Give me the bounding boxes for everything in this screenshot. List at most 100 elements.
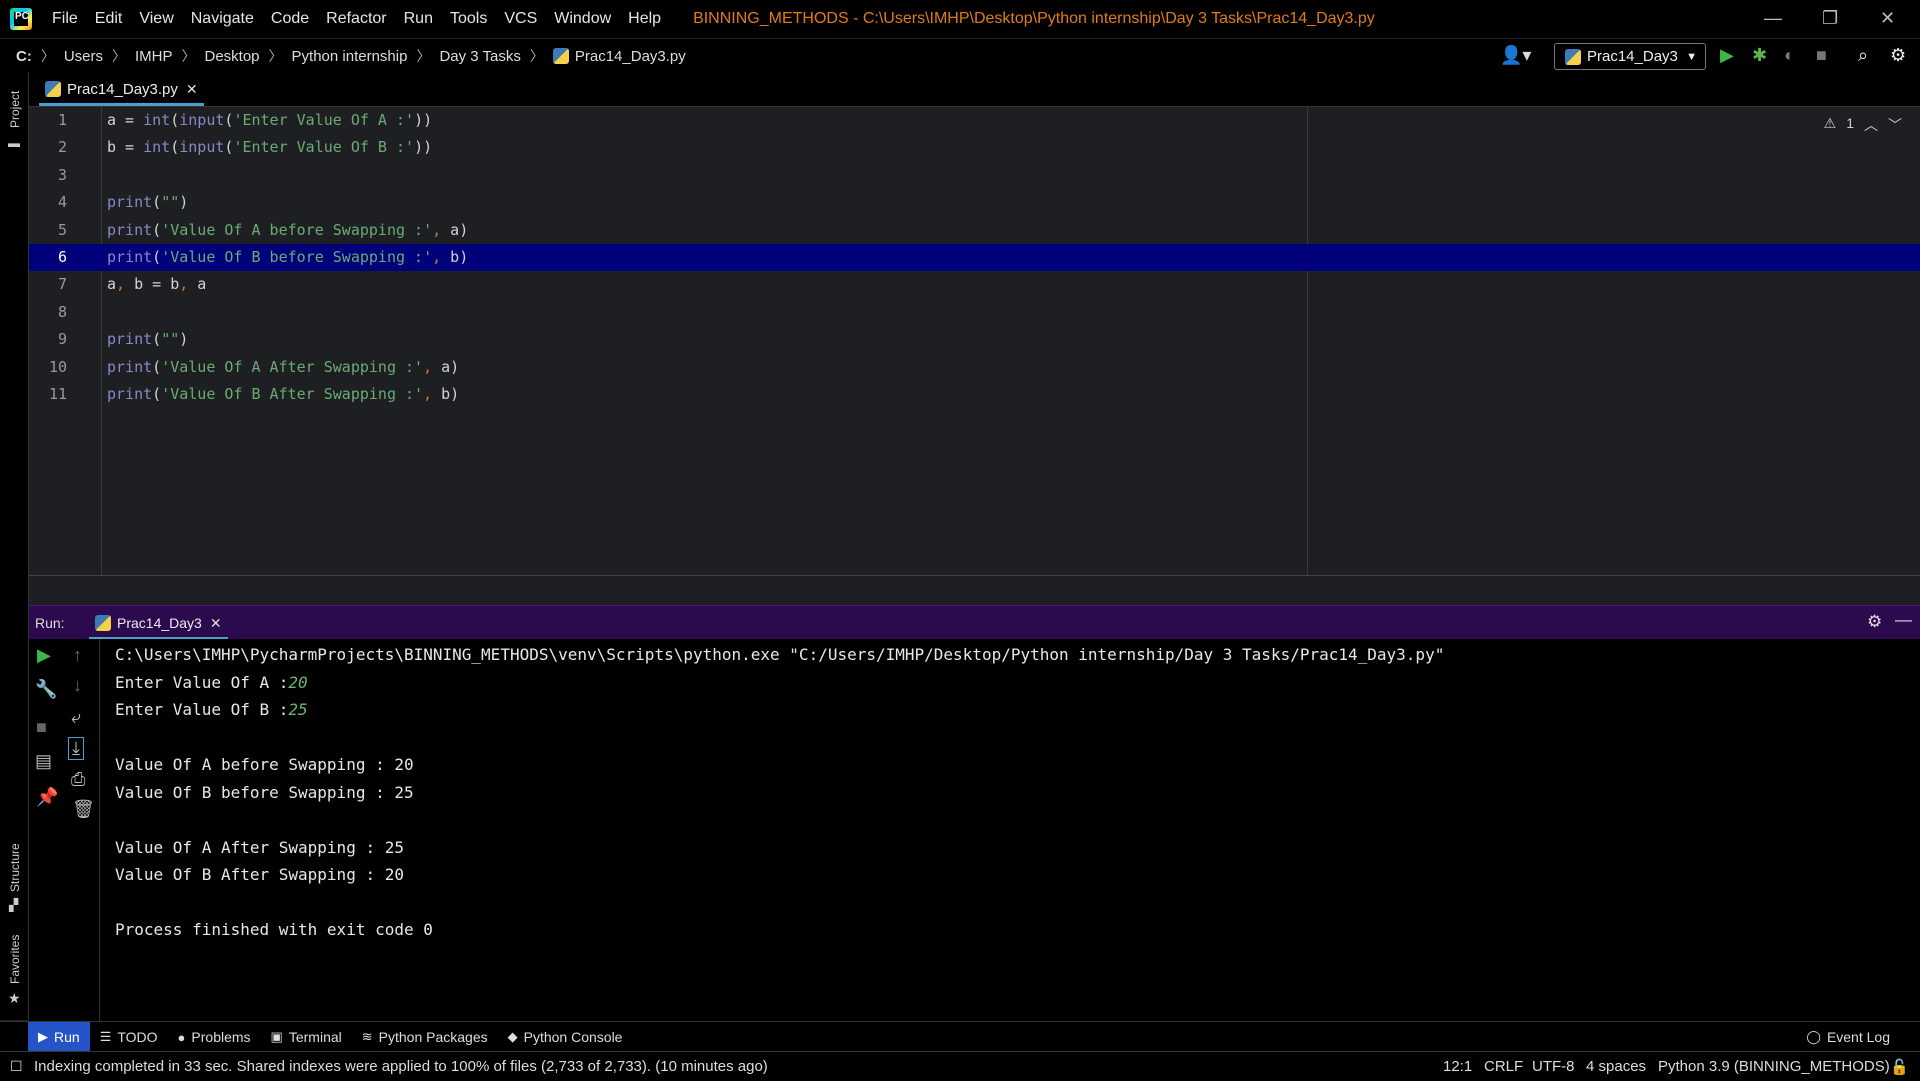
breadcrumb-file[interactable]: Prac14_Day3.py [552,48,686,65]
line-number: 6 [57,248,67,266]
console-text: Value Of A After Swapping : 25 [115,837,404,857]
breadcrumb-imhp[interactable]: IMHP [135,48,173,65]
code-line[interactable]: 10 print('Value Of A After Swapping :', a… [29,354,1920,381]
restore-icon[interactable]: ❐ [1822,8,1838,29]
breadcrumb-python-internship[interactable]: Python internship [292,48,408,65]
menu-view[interactable]: View [139,8,173,30]
code-line[interactable]: 3 [29,162,1920,189]
layout-icon[interactable]: ▤ [35,751,52,772]
code-line[interactable]: 7 a, b = b, a [29,271,1920,298]
tool-button-run[interactable]: ▶ Run [28,1022,90,1052]
code-line[interactable]: 4 print("") [29,189,1920,216]
code-line[interactable]: 9 print("") [29,326,1920,353]
code-text[interactable]: b = int(input('Enter Value Of B :')) [107,134,432,161]
code-text[interactable]: print("") [107,189,188,216]
console-output[interactable]: C:\Users\IMHP\PycharmProjects\BINNING_ME… [115,641,1444,944]
breadcrumb-drive[interactable]: C: [16,48,32,65]
menu-help[interactable]: Help [628,8,661,30]
account-icon[interactable]: 👤▾ [1500,45,1531,66]
print-icon[interactable]: ⎙ [71,769,85,790]
tool-button-python-packages[interactable]: ≋ Python Packages [352,1022,498,1052]
code-text[interactable]: print('Value Of A After Swapping :', a) [107,354,459,381]
settings-icon[interactable]: ⚙ [1867,612,1882,632]
menu-file[interactable]: File [52,8,78,30]
structure-tool-button[interactable]: Structure [8,843,22,892]
run-tab-prac14-day3[interactable]: Prac14_Day3 ✕ [89,606,228,640]
console-text: Value Of B before Swapping : 25 [115,782,414,802]
minimize-icon[interactable]: — [1764,8,1782,29]
code-line[interactable]: 8 [29,299,1920,326]
indent-setting[interactable]: 4 spaces [1586,1058,1646,1075]
menu-refactor[interactable]: Refactor [326,8,386,30]
wrench-icon[interactable]: 🔧 [35,679,57,700]
project-tool-button[interactable]: Project [8,91,22,128]
chevron-down-icon[interactable]: ﹀ [1888,115,1902,135]
code-text[interactable]: a = int(input('Enter Value Of A :')) [107,107,432,134]
arrow-up-icon[interactable]: ↑ [73,645,82,666]
close-run-tab-icon[interactable]: ✕ [210,615,222,632]
soft-wrap-icon[interactable]: ⤶ [71,707,81,728]
rerun-icon[interactable]: ▶ [37,645,51,666]
settings-icon[interactable]: ⚙ [1890,45,1906,66]
code-text[interactable]: print('Value Of B before Swapping :', b) [107,244,468,271]
breadcrumb-day3-tasks[interactable]: Day 3 Tasks [439,48,520,65]
pin-icon[interactable]: 📌 [36,787,58,808]
code-line[interactable]: 5 print('Value Of A before Swapping :', a… [29,217,1920,244]
menu-window[interactable]: Window [554,8,611,30]
menu-code[interactable]: Code [271,8,309,30]
close-tab-icon[interactable]: ✕ [186,81,198,98]
menu-navigate[interactable]: Navigate [191,8,254,30]
code-text[interactable]: a, b = b, a [107,271,206,298]
close-window-icon[interactable]: ✕ [1880,8,1895,29]
menu-tools[interactable]: Tools [450,8,487,30]
tool-button-label: Run [54,1029,80,1045]
code-text[interactable]: print('Value Of B After Swapping :', b) [107,381,459,408]
stop-icon[interactable]: ■ [1816,45,1827,66]
code-text[interactable]: print("") [107,326,188,353]
tool-button-todo[interactable]: ☰ TODO [90,1022,168,1052]
breadcrumb-users[interactable]: Users [64,48,103,65]
arrow-down-icon[interactable]: ↓ [73,675,82,696]
editor-horizontal-scrollbar[interactable] [29,575,1920,606]
inspection-widget[interactable]: ⚠ 1 ︿ ﹀ [1824,115,1902,135]
tab-prac14-day3-py[interactable]: Prac14_Day3.py ✕ [39,72,204,106]
code-editor[interactable]: 1 a = int(input('Enter Value Of A :')) 2 b … [29,107,1920,575]
coverage-icon[interactable]: ◐ [1784,45,1795,66]
chevron-right-icon: 〉 [40,48,55,64]
code-line[interactable]: 2 b = int(input('Enter Value Of B :')) [29,134,1920,161]
console-text: Enter Value Of A : [115,672,289,692]
lock-icon[interactable]: 🔓 [1890,1058,1909,1076]
line-number: 2 [57,138,67,157]
run-tab-label: Prac14_Day3 [117,615,202,631]
status-message[interactable]: Indexing completed in 33 sec. Shared ind… [34,1058,768,1075]
breadcrumb-desktop[interactable]: Desktop [205,48,260,65]
code-line[interactable]: 6 print('Value Of B before Swapping :', b… [29,244,1920,271]
code-line[interactable]: 11 print('Value Of B After Swapping :', b… [29,381,1920,408]
favorites-tool-button[interactable]: Favorites [8,935,22,984]
chevron-up-icon[interactable]: ︿ [1864,115,1878,135]
hide-panel-icon[interactable]: — [1895,610,1912,630]
stop-icon[interactable]: ■ [36,717,47,738]
console-line: Value Of A before Swapping : 20 [115,751,1444,779]
tool-button-python-console[interactable]: ◆ Python Console [498,1022,633,1052]
search-icon[interactable]: ⌕ [1858,45,1868,66]
code-text[interactable]: print('Value Of A before Swapping :', a) [107,217,468,244]
trash-icon[interactable]: 🗑 [72,799,95,820]
python-interpreter[interactable]: Python 3.9 (BINNING_METHODS) [1658,1058,1890,1075]
menu-run[interactable]: Run [404,8,433,30]
python-file-icon [552,48,569,64]
code-line[interactable]: 1 a = int(input('Enter Value Of A :')) [29,107,1920,134]
status-toggle-icon[interactable]: ☐ [10,1058,23,1075]
run-icon[interactable]: ▶ [1720,45,1734,66]
line-separator[interactable]: CRLF [1484,1058,1523,1075]
scroll-to-end-icon[interactable]: ⤓ [68,737,84,760]
menu-edit[interactable]: Edit [95,8,123,30]
menu-vcs[interactable]: VCS [504,8,537,30]
tool-button-problems[interactable]: ● Problems [168,1022,261,1052]
debug-icon[interactable]: ✱ [1752,45,1767,66]
event-log-button[interactable]: ◯ Event Log [1796,1022,1900,1052]
tool-button-terminal[interactable]: ▣ Terminal [261,1022,352,1052]
run-configuration-select[interactable]: Prac14_Day3 ▼ [1554,43,1706,70]
caret-position[interactable]: 12:1 [1443,1058,1472,1075]
file-encoding[interactable]: UTF-8 [1532,1058,1575,1075]
